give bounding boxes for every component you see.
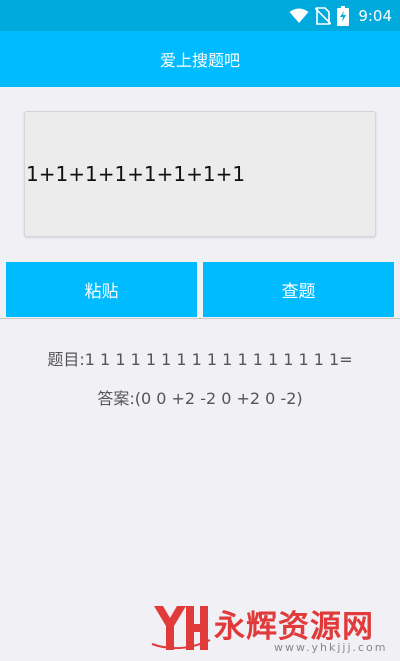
divider — [0, 318, 400, 319]
search-question-button[interactable]: 查题 — [203, 262, 394, 317]
paste-button-label: 粘贴 — [84, 282, 119, 302]
question-label: 题目: — [47, 350, 85, 369]
answer-result: 答案:(0 0 +2 -2 0 +2 0 -2) — [0, 385, 400, 409]
answer-label: 答案: — [97, 389, 135, 408]
app-bar: 爱上搜题吧 — [0, 31, 400, 87]
question-result: 题目:1 1 1 1 1 1 1 1 1 1 1 1 1 1 1 1 1= — [0, 346, 400, 370]
question-input[interactable]: 1+1+1+1+1+1+1+1 — [24, 111, 376, 237]
question-input-text: 1+1+1+1+1+1+1+1 — [26, 162, 246, 186]
question-value: 1 1 1 1 1 1 1 1 1 1 1 1 1 1 1 1 1= — [84, 350, 353, 369]
watermark-title: 永辉资源网 — [214, 609, 374, 645]
paste-button[interactable]: 粘贴 — [6, 262, 197, 317]
search-question-button-label: 查题 — [281, 282, 316, 302]
no-sim-icon — [315, 7, 332, 25]
watermark-logo — [151, 606, 211, 650]
wifi-icon — [289, 8, 309, 23]
watermark: 永辉资源网 www.yhkjjj.com — [150, 600, 386, 656]
battery-charging-icon — [337, 6, 350, 26]
status-bar: 9:04 — [0, 0, 400, 31]
status-icons: 9:04 — [289, 5, 392, 27]
answer-value: (0 0 +2 -2 0 +2 0 -2) — [134, 389, 303, 408]
app-title: 爱上搜题吧 — [159, 51, 240, 70]
status-time: 9:04 — [358, 7, 392, 25]
watermark-url: www.yhkjjj.com — [274, 641, 388, 654]
